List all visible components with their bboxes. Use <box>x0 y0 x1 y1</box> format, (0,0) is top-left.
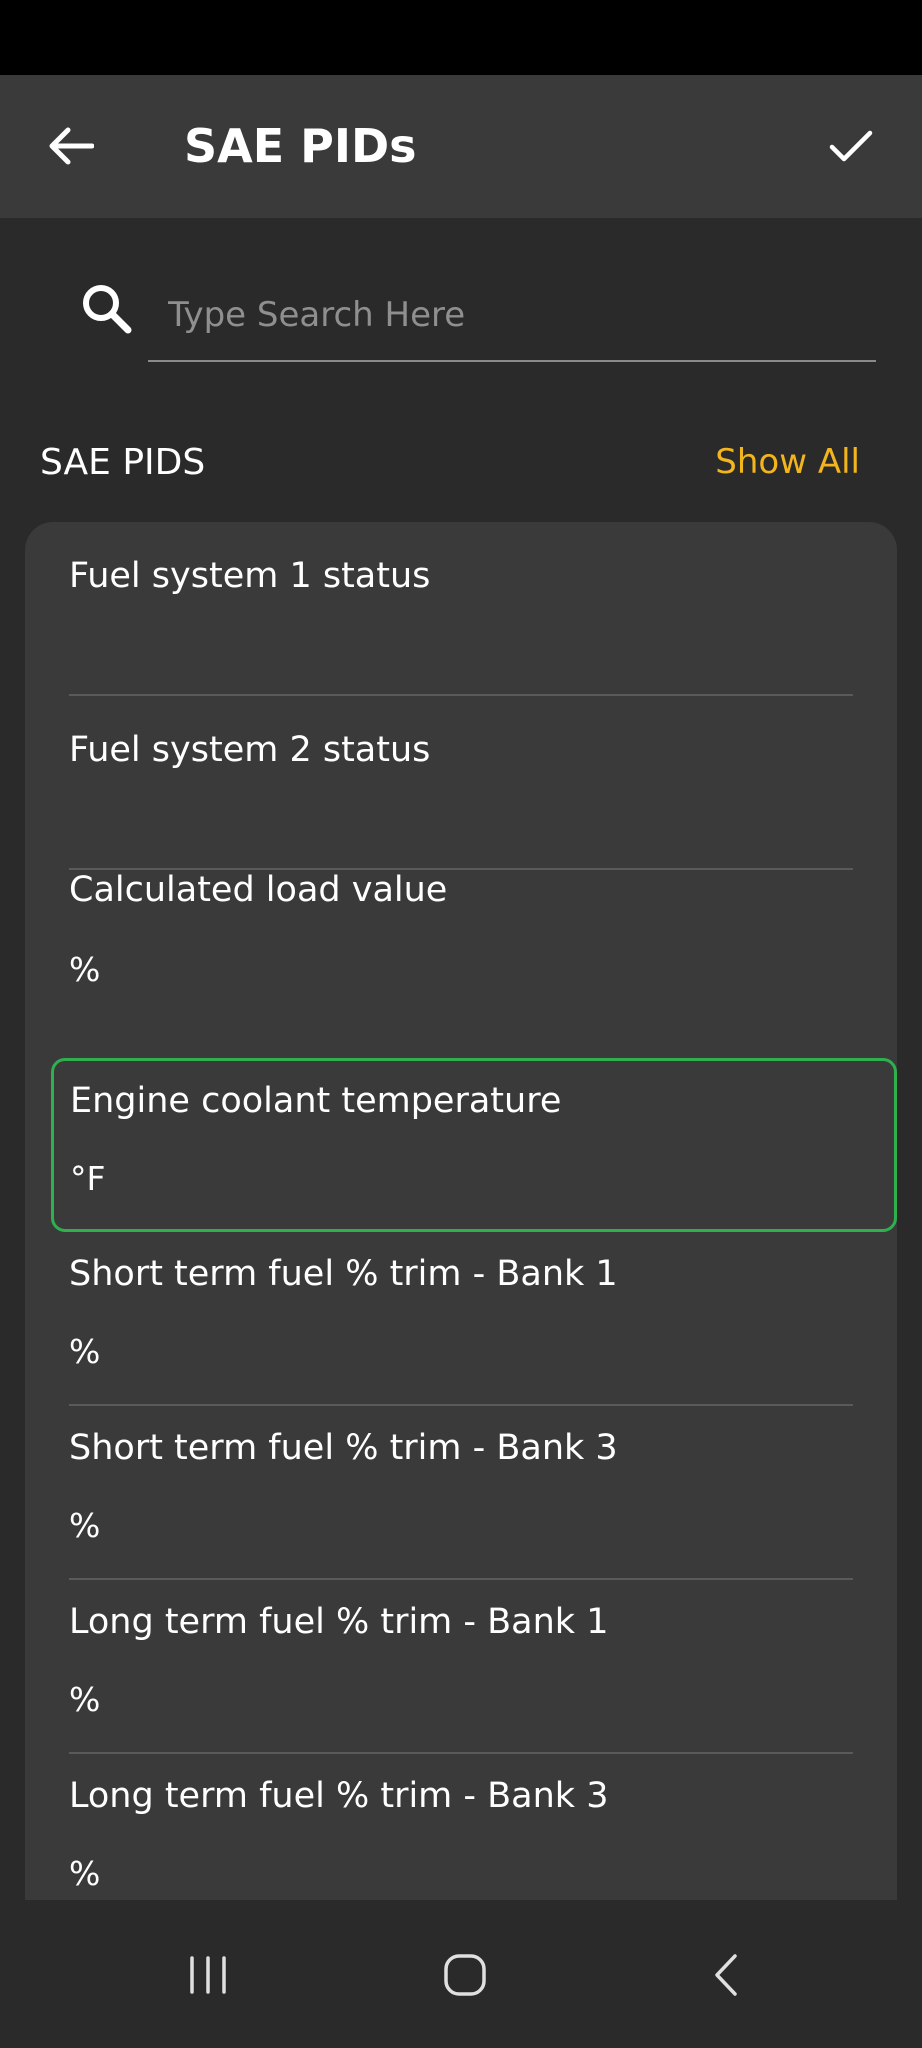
back-button[interactable] <box>40 115 102 177</box>
page-title: SAE PIDs <box>184 119 417 173</box>
list-item[interactable]: Short term fuel % trim - Bank 3 % <box>25 1406 897 1580</box>
confirm-button[interactable] <box>820 115 882 177</box>
list-item[interactable]: Long term fuel % trim - Bank 3 % <box>25 1754 897 1900</box>
list-item-selected[interactable]: Engine coolant temperature °F <box>51 1058 897 1232</box>
section-header: SAE PIDS Show All <box>0 430 922 500</box>
item-name: Fuel system 1 status <box>69 556 431 596</box>
list-item[interactable]: Fuel system 2 status <box>25 696 897 870</box>
home-icon <box>444 1954 486 1996</box>
item-name: Long term fuel % trim - Bank 3 <box>69 1776 609 1816</box>
item-unit: % <box>69 1332 101 1371</box>
app-bar: SAE PIDs <box>0 75 922 218</box>
item-name: Short term fuel % trim - Bank 1 <box>69 1254 618 1294</box>
list-item[interactable]: Short term fuel % trim - Bank 1 % <box>25 1232 897 1406</box>
search-icon <box>83 285 132 334</box>
list-item[interactable]: Long term fuel % trim - Bank 1 % <box>25 1580 897 1754</box>
home-button[interactable] <box>415 1930 515 2020</box>
pid-list: Fuel system 1 status Fuel system 2 statu… <box>25 522 897 1900</box>
recent-apps-icon <box>190 1956 226 1994</box>
item-unit: % <box>69 950 101 989</box>
item-name: Fuel system 2 status <box>69 730 431 770</box>
status-bar <box>0 0 922 75</box>
show-all-link[interactable]: Show All <box>715 442 860 482</box>
item-unit: % <box>69 1506 101 1545</box>
item-name: Calculated load value <box>69 870 448 910</box>
search-bar <box>0 218 922 378</box>
arrow-left-icon <box>49 127 94 165</box>
check-icon <box>829 130 873 162</box>
chevron-left-icon <box>715 1954 737 1996</box>
item-unit: °F <box>70 1159 106 1198</box>
back-nav-button[interactable] <box>676 1930 776 2020</box>
section-title: SAE PIDS <box>40 442 206 483</box>
list-item[interactable]: Fuel system 1 status <box>25 522 897 696</box>
list-item[interactable]: Calculated load value % <box>25 870 897 1044</box>
item-name: Short term fuel % trim - Bank 3 <box>69 1428 618 1468</box>
system-nav-bar <box>0 1900 922 2048</box>
search-input[interactable] <box>148 270 876 362</box>
item-name: Engine coolant temperature <box>70 1081 562 1121</box>
recent-apps-button[interactable] <box>158 1930 258 2020</box>
item-unit: % <box>69 1854 101 1893</box>
item-unit: % <box>69 1680 101 1719</box>
item-name: Long term fuel % trim - Bank 1 <box>69 1602 609 1642</box>
